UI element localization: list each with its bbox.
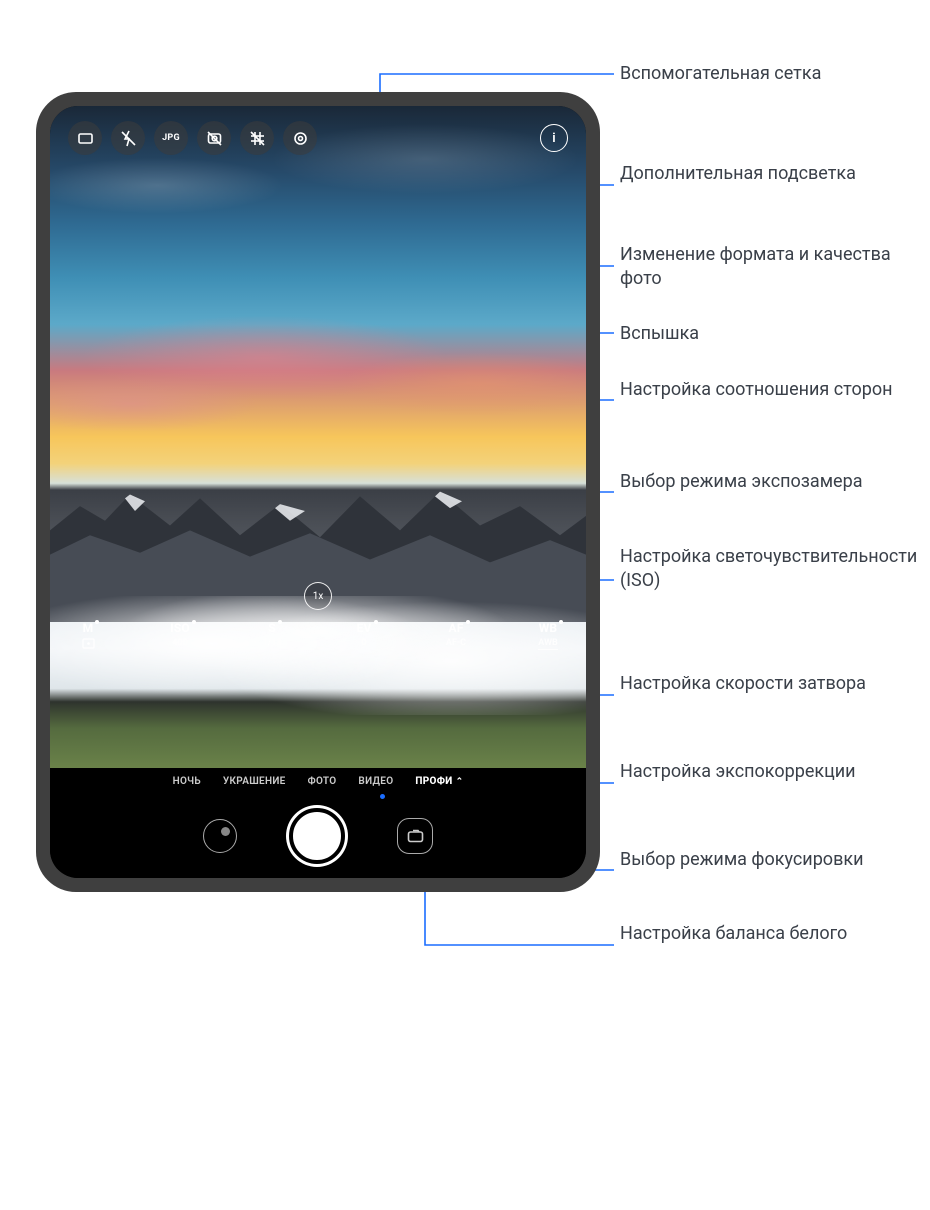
callout-grid: Вспомогательная сетка	[620, 62, 821, 86]
shutter-button[interactable]	[289, 808, 345, 864]
metering-label: M	[83, 621, 94, 635]
shutter-param[interactable]: S 1/13	[252, 621, 292, 650]
callout-flash: Вспышка	[620, 322, 699, 346]
tablet-frame: JPG i 1x	[36, 92, 600, 892]
iso-param[interactable]: ISO 400	[160, 621, 200, 650]
af-label: AF	[448, 621, 463, 635]
callout-focus: Выбор режима фокусировки	[620, 848, 863, 872]
flash-off-icon	[120, 130, 137, 147]
grid-icon	[249, 130, 266, 147]
callout-ev: Настройка экспокоррекции	[620, 760, 856, 784]
callout-shutter: Настройка скорости затвора	[620, 672, 866, 696]
scene-mist	[50, 596, 586, 715]
af-param[interactable]: AF AF-C	[436, 621, 476, 650]
grid-button[interactable]	[240, 121, 274, 155]
tablet-screen: JPG i 1x	[50, 106, 586, 878]
camera-viewfinder[interactable]: JPG i 1x	[50, 106, 586, 768]
iso-value: 400	[172, 638, 187, 648]
settings-button[interactable]	[283, 121, 317, 155]
callout-metering: Выбор режима экспозамера	[620, 470, 863, 494]
flash-button[interactable]	[111, 121, 145, 155]
ev-value: 0	[361, 638, 366, 648]
aspect-ratio-button[interactable]	[68, 121, 102, 155]
switch-camera-icon	[407, 829, 424, 843]
mode-pro[interactable]: ПРОФИ⌃	[415, 776, 463, 787]
fill-light-button[interactable]	[197, 121, 231, 155]
metering-icon	[82, 638, 95, 649]
wb-value: AWB	[538, 638, 557, 650]
shutter-label: S	[268, 621, 276, 635]
camera-bottom-bar: НОЧЬ УКРАШЕНИЕ ФОТО ВИДЕО ПРОФИ⌃	[50, 768, 586, 878]
mode-strip: НОЧЬ УКРАШЕНИЕ ФОТО ВИДЕО ПРОФИ⌃	[50, 776, 586, 787]
switch-camera-button[interactable]	[397, 818, 433, 854]
ev-param[interactable]: EV 0	[344, 621, 384, 650]
mode-photo[interactable]: ФОТО	[308, 776, 337, 787]
callout-aspect: Настройка соотношения сторон	[620, 378, 892, 402]
mode-indicator-dot	[380, 794, 385, 799]
shutter-value: 1/13	[263, 638, 282, 648]
pro-params-row: M ISO 400 S 1/13 EV 0	[68, 621, 568, 650]
metering-param[interactable]: M	[68, 621, 108, 650]
iso-label: ISO	[170, 621, 190, 635]
ev-label: EV	[357, 621, 372, 635]
gallery-thumbnail[interactable]	[203, 819, 237, 853]
wb-param[interactable]: WB AWB	[528, 621, 568, 650]
chevron-up-icon: ⌃	[456, 777, 464, 787]
info-icon: i	[552, 131, 555, 146]
callout-format: Изменение формата и качества фото	[620, 243, 920, 292]
mode-beauty[interactable]: УКРАШЕНИЕ	[223, 776, 286, 787]
callout-wb: Настройка баланса белого	[620, 922, 847, 946]
format-button[interactable]: JPG	[154, 121, 188, 155]
camera-top-toolbar: JPG i	[50, 116, 586, 160]
callout-fill-light: Дополнительная подсветка	[620, 162, 856, 186]
fill-light-off-icon	[206, 130, 223, 147]
callout-iso: Настройка светочувствительности (ISO)	[620, 545, 920, 594]
wb-label: WB	[539, 621, 558, 635]
info-button[interactable]: i	[540, 124, 568, 152]
gear-icon	[292, 130, 309, 147]
aspect-ratio-icon	[77, 130, 94, 147]
zoom-indicator[interactable]: 1x	[304, 582, 332, 610]
mode-night[interactable]: НОЧЬ	[173, 776, 201, 787]
capture-controls	[50, 808, 586, 864]
af-value: AF-C	[446, 638, 466, 648]
mode-video[interactable]: ВИДЕО	[358, 776, 393, 787]
